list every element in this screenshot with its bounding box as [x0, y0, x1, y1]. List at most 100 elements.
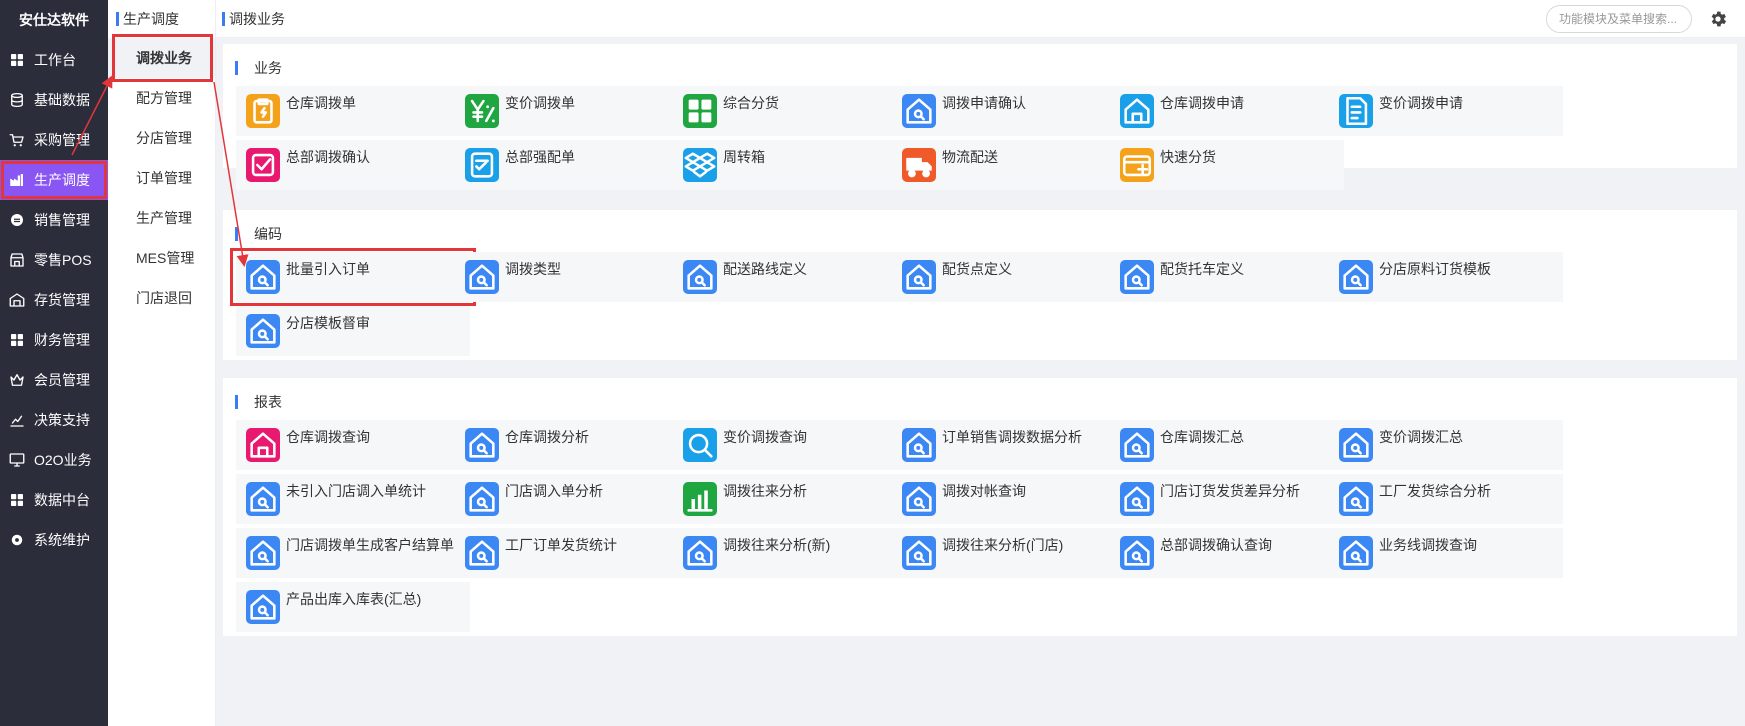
store-icon — [8, 251, 26, 269]
module-tile[interactable]: 产品出库入库表(汇总) — [236, 582, 470, 632]
module-tile[interactable]: 仓库调拨分析 — [455, 420, 689, 470]
settings-gear-icon[interactable] — [1708, 9, 1728, 29]
module-tile[interactable]: 门店调入单分析 — [455, 474, 689, 524]
nav-item-8[interactable]: 会员管理 — [0, 360, 108, 400]
nav-item-10[interactable]: O2O业务 — [0, 440, 108, 480]
module-tile[interactable]: 总部强配单 — [455, 140, 689, 190]
module-tile[interactable]: 调拨往来分析(新) — [673, 528, 907, 578]
house-search-icon — [683, 260, 717, 294]
nav-item-2[interactable]: 采购管理 — [0, 120, 108, 160]
module-tile[interactable]: 变价调拨查询 — [673, 420, 907, 470]
module-tile[interactable]: 工厂订单发货统计 — [455, 528, 689, 578]
nav-item-label: 采购管理 — [34, 132, 90, 148]
module-tile[interactable]: 综合分货 — [673, 86, 907, 136]
module-tile[interactable]: 调拨申请确认 — [892, 86, 1126, 136]
house-search-icon — [1339, 428, 1373, 462]
module-tile[interactable]: 业务线调拨查询 — [1329, 528, 1563, 578]
module-tile[interactable]: 门店调拨单生成客户结算单 — [236, 528, 470, 578]
module-tile-label: 配送路线定义 — [723, 261, 807, 277]
module-tile-label: 调拨类型 — [505, 261, 561, 277]
module-tile[interactable]: 配送路线定义 — [673, 252, 907, 302]
submenu-item[interactable]: 门店退回 — [108, 278, 215, 318]
module-tile-label: 快速分货 — [1160, 149, 1216, 165]
factory-icon — [8, 171, 26, 189]
section-title-text: 编码 — [254, 226, 282, 242]
sub-menu: 生产调度 调拨业务 配方管理 分店管理 订单管理 生产管理 MES管理 门店退回 — [108, 0, 216, 726]
house-search-icon — [1120, 482, 1154, 516]
submenu-item[interactable]: 配方管理 — [108, 78, 215, 118]
module-tile[interactable]: 配货点定义 — [892, 252, 1126, 302]
nav-item-label: 零售POS — [34, 252, 92, 268]
module-tile[interactable]: 调拨类型 — [455, 252, 689, 302]
module-tile[interactable]: 调拨往来分析 — [673, 474, 907, 524]
module-tile[interactable]: 仓库调拨汇总 — [1110, 420, 1344, 470]
nav-item-12[interactable]: 系统维护 — [0, 520, 108, 560]
nav-item-label: 决策支持 — [34, 412, 90, 428]
module-tile[interactable]: 门店订货发货差异分析 — [1110, 474, 1344, 524]
grid-icon — [8, 51, 26, 69]
submenu-item[interactable]: MES管理 — [108, 238, 215, 278]
module-tile[interactable]: 调拨对帐查询 — [892, 474, 1126, 524]
nav-item-7[interactable]: 财务管理 — [0, 320, 108, 360]
nav-item-4[interactable]: 销售管理 — [0, 200, 108, 240]
submenu-item[interactable]: 生产管理 — [108, 198, 215, 238]
module-tile[interactable]: 分店模板督审 — [236, 306, 470, 356]
module-tile-label: 变价调拨汇总 — [1379, 429, 1463, 445]
dropbox-icon — [683, 148, 717, 182]
submenu-item[interactable]: 订单管理 — [108, 158, 215, 198]
house-search-icon — [1120, 260, 1154, 294]
module-tile[interactable]: 仓库调拨申请 — [1110, 86, 1344, 136]
house-search-icon — [246, 260, 280, 294]
module-tile[interactable]: 分店原料订货模板 — [1329, 252, 1563, 302]
module-tile[interactable]: 物流配送 — [892, 140, 1126, 190]
nav-item-5[interactable]: 零售POS — [0, 240, 108, 280]
function-search-input[interactable] — [1546, 5, 1692, 33]
nav-item-6[interactable]: 存货管理 — [0, 280, 108, 320]
submenu-item[interactable]: 调拨业务 — [108, 34, 215, 82]
nav-item-label: 财务管理 — [34, 332, 90, 348]
house-search-icon — [683, 536, 717, 570]
module-tile[interactable]: 变价调拨汇总 — [1329, 420, 1563, 470]
sales-icon — [8, 211, 26, 229]
module-tile-label: 仓库调拨汇总 — [1160, 429, 1244, 445]
module-tile[interactable]: 总部调拨确认 — [236, 140, 470, 190]
module-tile[interactable]: 调拨往来分析(门店) — [892, 528, 1126, 578]
module-tile[interactable]: 变价调拨申请 — [1329, 86, 1563, 136]
module-tile-label: 综合分货 — [723, 95, 779, 111]
module-tile[interactable]: 工厂发货综合分析 — [1329, 474, 1563, 524]
module-tile[interactable]: 快速分货 — [1110, 140, 1344, 190]
module-tile[interactable]: 仓库调拨单 — [236, 86, 470, 136]
house-search-icon — [902, 94, 936, 128]
module-tile[interactable]: 周转箱 — [673, 140, 907, 190]
nav-item-9[interactable]: 决策支持 — [0, 400, 108, 440]
clipboard-icon — [246, 94, 280, 128]
submenu-title-text: 生产调度 — [123, 11, 179, 27]
section-title-text: 业务 — [254, 60, 282, 76]
module-tile[interactable]: 订单销售调拨数据分析 — [892, 420, 1126, 470]
module-tile[interactable]: 配货托车定义 — [1110, 252, 1344, 302]
nav-item-11[interactable]: 数据中台 — [0, 480, 108, 520]
nav-item-0[interactable]: 工作台 — [0, 40, 108, 80]
module-tile-label: 物流配送 — [942, 149, 998, 165]
module-tile[interactable]: 未引入门店调入单统计 — [236, 474, 470, 524]
module-tile-label: 批量引入订单 — [286, 261, 370, 277]
module-tile-label: 变价调拨单 — [505, 95, 575, 111]
submenu-title: 生产调度 — [108, 0, 215, 38]
check-box-icon — [246, 148, 280, 182]
chart-icon — [8, 411, 26, 429]
section-title: 报表 — [235, 394, 282, 410]
module-tile[interactable]: 总部调拨确认查询 — [1110, 528, 1344, 578]
nav-item-1[interactable]: 基础数据 — [0, 80, 108, 120]
house-search-icon — [1120, 536, 1154, 570]
module-tile-label: 工厂订单发货统计 — [505, 537, 617, 553]
house-search-icon — [902, 260, 936, 294]
nav-item-3[interactable]: 生产调度 — [0, 160, 108, 200]
module-tile[interactable]: 批量引入订单 — [230, 248, 476, 306]
house-search-icon — [246, 536, 280, 570]
module-tile[interactable]: 变价调拨单 — [455, 86, 689, 136]
section-title: 业务 — [235, 60, 282, 76]
module-tile-label: 未引入门店调入单统计 — [286, 483, 426, 499]
nav-item-label: 生产调度 — [34, 172, 90, 188]
submenu-item[interactable]: 分店管理 — [108, 118, 215, 158]
module-tile[interactable]: 仓库调拨查询 — [236, 420, 470, 470]
